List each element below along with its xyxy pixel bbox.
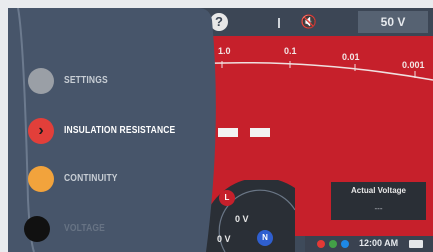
meter-screen: 1.0 0.1 0.01 0.001 Actual Voltage --- L … xyxy=(0,0,433,252)
menu-item-label: CONTINUITY xyxy=(64,173,118,184)
continuity-dot-icon xyxy=(28,166,54,192)
device-bezel-top xyxy=(0,0,433,8)
device-bezel-left xyxy=(0,0,8,252)
menu-item-label: SETTINGS xyxy=(64,75,108,86)
chevron-right-icon: › xyxy=(38,122,44,139)
menu-item-label: VOLTAGE xyxy=(64,223,106,234)
settings-dot-icon xyxy=(28,68,54,94)
menu-item-label: INSULATION RESISTANCE xyxy=(64,125,176,136)
voltage-dot-icon xyxy=(24,216,50,242)
